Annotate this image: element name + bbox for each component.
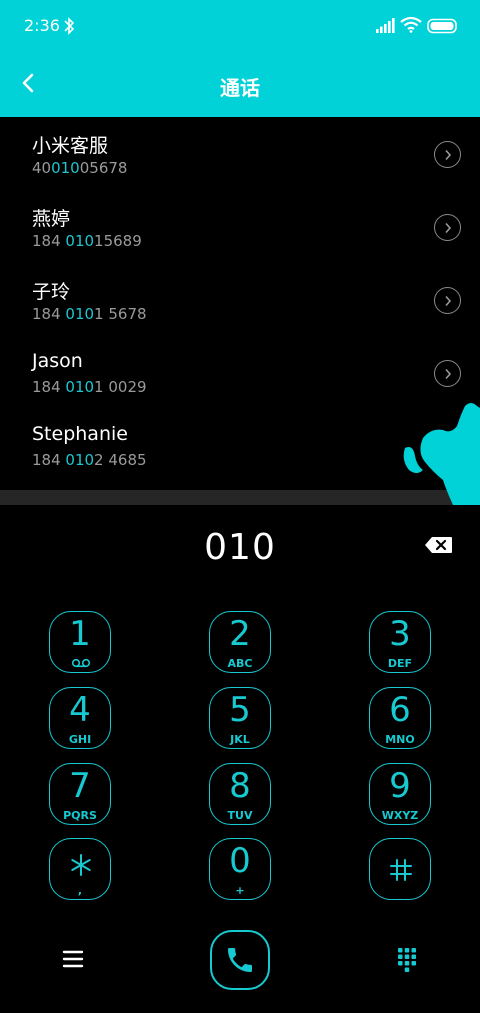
contact-number: 184 01015689: [32, 232, 142, 250]
keypad-icon[interactable]: [396, 946, 418, 972]
header: 通话: [0, 52, 480, 117]
dial-key-1[interactable]: 1: [49, 611, 111, 673]
number-match: 010: [65, 305, 95, 323]
dialpad: 010 1 2 ABC 3 DEF 4 GHI 5 JKL 6 MNO 7 PQ…: [0, 505, 480, 1013]
dial-key-9[interactable]: 9 WXYZ: [369, 763, 431, 825]
number-match: 010: [51, 159, 80, 177]
contact-name: Stephanie: [32, 423, 128, 445]
hash-icon: [390, 859, 412, 881]
page-title: 通话: [220, 76, 260, 100]
bottom-action-bar: [0, 930, 480, 990]
mascot-illustration: [403, 403, 480, 505]
dial-key-hash[interactable]: [369, 838, 431, 900]
contact-row[interactable]: Jason 184 0101 0029: [0, 336, 480, 409]
chevron-right-icon: [444, 222, 451, 233]
contact-name: 子玲: [32, 281, 71, 303]
call-button[interactable]: [210, 930, 270, 990]
contact-detail-button[interactable]: [434, 141, 461, 168]
contact-detail-button[interactable]: [434, 214, 461, 241]
dial-key-2[interactable]: 2 ABC: [209, 611, 271, 673]
contact-name: Jason: [32, 350, 83, 372]
status-bar: 2:36: [0, 0, 480, 52]
dial-key-7[interactable]: 7 PQRS: [49, 763, 111, 825]
contact-number: 184 0102 4685: [32, 451, 147, 469]
signal-icon: [376, 18, 395, 33]
menu-icon[interactable]: [62, 948, 84, 970]
contact-number: 4001005678: [32, 159, 128, 177]
contact-detail-button[interactable]: [434, 287, 461, 314]
contact-row[interactable]: 子玲 184 0101 5678: [0, 263, 480, 336]
chevron-right-icon: [444, 368, 451, 379]
backspace-icon[interactable]: [424, 535, 454, 555]
contact-detail-button[interactable]: [434, 360, 461, 387]
contact-row[interactable]: 小米客服 4001005678: [0, 117, 480, 190]
dial-key-5[interactable]: 5 JKL: [209, 687, 271, 749]
wifi-icon: [400, 16, 422, 33]
status-time: 2:36: [24, 16, 60, 35]
bluetooth-icon: [64, 17, 75, 35]
dial-key-6[interactable]: 6 MNO: [369, 687, 431, 749]
contact-number: 184 0101 5678: [32, 305, 147, 323]
chevron-right-icon: [444, 149, 451, 160]
contact-row[interactable]: 燕婷 184 01015689: [0, 190, 480, 263]
asterisk-icon: [71, 854, 91, 876]
dial-key-0[interactable]: 0 +: [209, 838, 271, 900]
dialed-number-display: 010: [204, 527, 276, 568]
battery-icon: [427, 18, 457, 34]
dial-key-4[interactable]: 4 GHI: [49, 687, 111, 749]
number-match: 010: [65, 232, 95, 250]
dial-key-3[interactable]: 3 DEF: [369, 611, 431, 673]
phone-icon: [228, 948, 252, 972]
chevron-right-icon: [444, 295, 451, 306]
voicemail-icon: [71, 658, 91, 668]
number-match: 010: [65, 378, 95, 396]
contact-name: 燕婷: [32, 208, 71, 230]
contact-name: 小米客服: [32, 135, 109, 157]
dial-key-star[interactable]: ,: [49, 838, 111, 900]
contact-number: 184 0101 0029: [32, 378, 147, 396]
number-match: 010: [65, 451, 95, 469]
dial-key-8[interactable]: 8 TUV: [209, 763, 271, 825]
